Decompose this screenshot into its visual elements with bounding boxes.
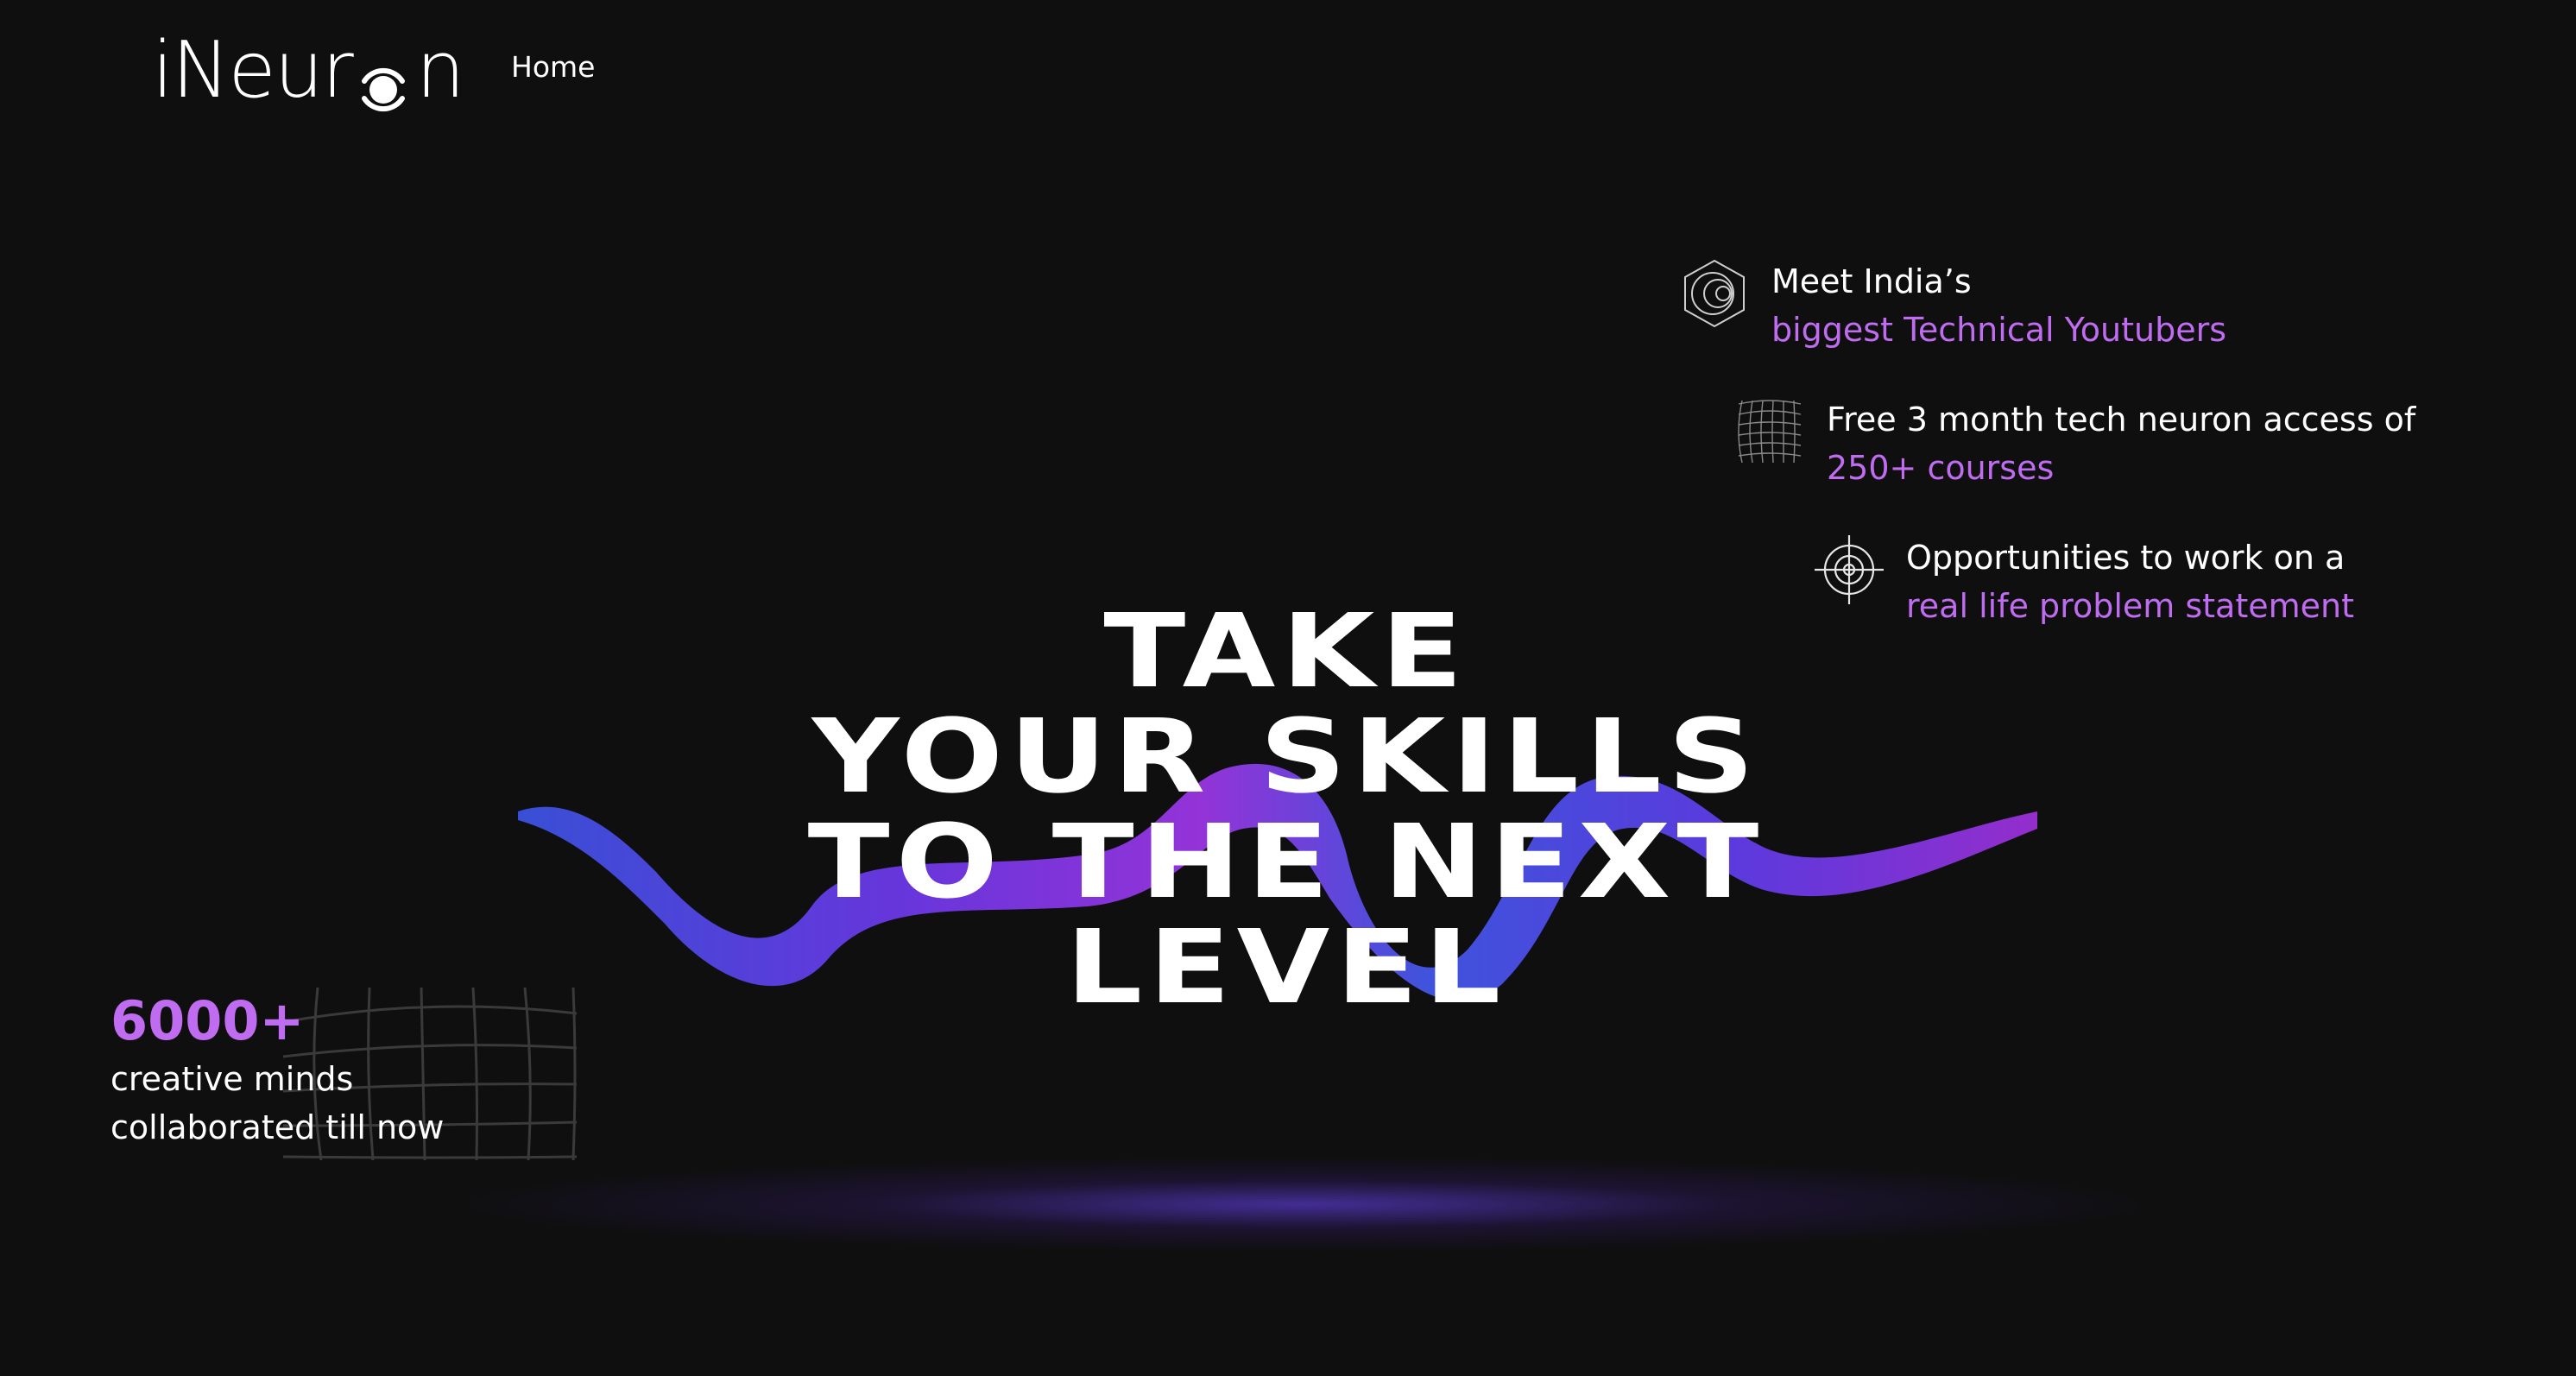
feature-courses-line1: Free 3 month tech neuron access of	[1827, 401, 2416, 439]
feature-problem-line1: Opportunities to work on a	[1906, 539, 2346, 577]
stats-desc-line1: creative minds	[110, 1060, 354, 1098]
floor-glow	[449, 1157, 2158, 1252]
headline-line-4: LEVEL	[1065, 907, 1507, 1027]
ineuron-logo[interactable]: iNeur n	[152, 22, 465, 117]
logo-text-prefix: iNeur	[152, 24, 354, 116]
hexagon-rings-icon	[1684, 259, 1745, 328]
hero-headline: TAKE YOUR SKILLS TO THE NEXT LEVEL	[624, 598, 1948, 1019]
logo-ring-icon	[356, 46, 411, 112]
feature-youtubers: Meet India’s biggest Technical Youtubers	[1678, 257, 2226, 354]
feature-youtubers-line2: biggest Technical Youtubers	[1771, 311, 2227, 349]
stats-desc-line2: collaborated till now	[110, 1108, 445, 1146]
crosshair-target-icon	[1815, 535, 1884, 604]
headline-line-2: YOUR SKILLS	[811, 697, 1761, 817]
nav-home-link[interactable]: Home	[511, 50, 595, 84]
stats-block: 6000+ creative minds collaborated till n…	[110, 988, 577, 1160]
headline-line-3: TO THE NEXT	[807, 802, 1765, 922]
stats-value: 6000+	[110, 989, 305, 1052]
feature-problem-line2: real life problem statement	[1906, 587, 2354, 625]
headline-line-1: TAKE	[1103, 591, 1469, 711]
feature-problem-statement: Opportunities to work on a real life pro…	[1813, 533, 2354, 630]
feature-courses: Free 3 month tech neuron access of 250+ …	[1733, 395, 2415, 492]
feature-courses-line2: 250+ courses	[1827, 449, 2055, 487]
stats-description: creative minds collaborated till now	[110, 1055, 444, 1152]
feature-youtubers-line1: Meet India’s	[1771, 262, 1972, 300]
logo-text-suffix: n	[415, 24, 465, 116]
mesh-grid-icon	[1738, 400, 1802, 464]
